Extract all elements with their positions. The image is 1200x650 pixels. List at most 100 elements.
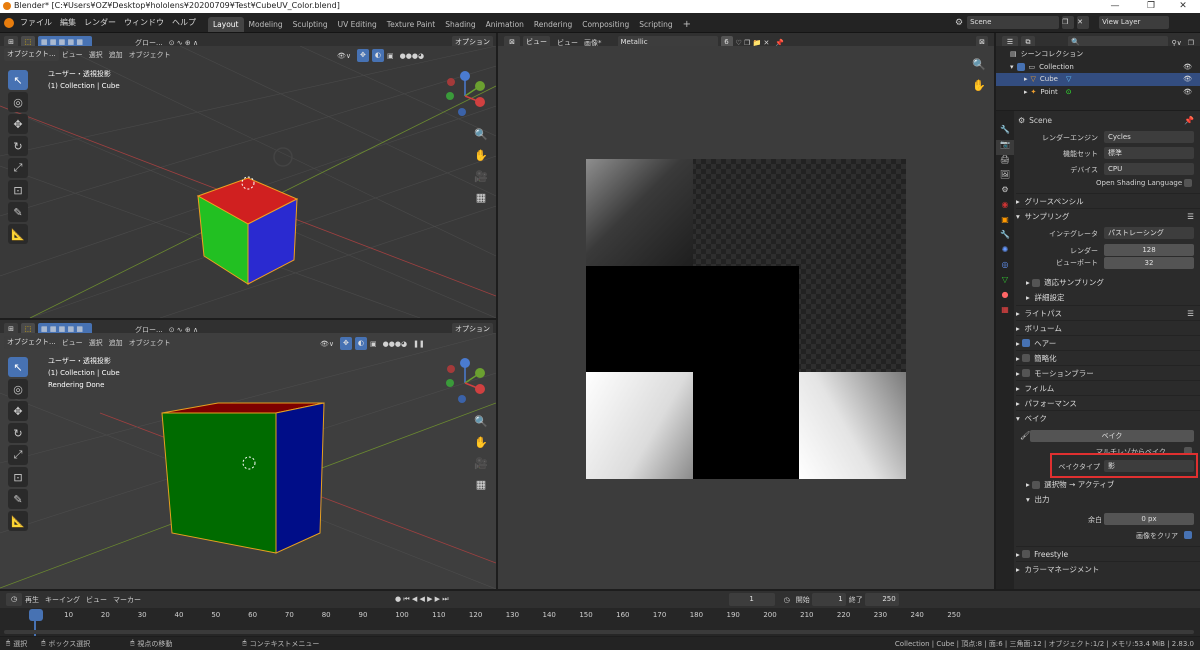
expand-collection-icon[interactable]: ▾ — [1010, 63, 1014, 71]
mode-dropdown-bottom[interactable]: オブジェクト... — [4, 336, 59, 349]
grid-icon[interactable]: ▦ — [473, 190, 489, 206]
tab-rendering[interactable]: Rendering — [529, 17, 577, 32]
menu-help[interactable]: ヘルプ — [172, 17, 196, 28]
output-tab-icon[interactable]: 🖨 — [996, 155, 1014, 170]
tab-texture-paint[interactable]: Texture Paint — [382, 17, 440, 32]
xray-icon[interactable]: ▣ — [387, 52, 394, 60]
navigation-gizmo-top[interactable] — [440, 68, 490, 118]
current-frame-field[interactable]: 1 — [728, 593, 775, 606]
viewport-top[interactable]: オブジェクト... ビュー 選択 追加 オブジェクト 👁∨ ✥ ◐ ▣ ●●●◕… — [0, 46, 496, 318]
playhead[interactable] — [29, 609, 43, 621]
bake-type-dropdown[interactable]: 影 — [1104, 460, 1194, 472]
point-eye-icon[interactable]: 👁 — [1183, 88, 1192, 96]
xray-icon-bottom[interactable]: ▣ — [370, 340, 377, 348]
section-light-paths[interactable]: ▸ ライトパス ☰ — [1016, 305, 1200, 320]
cube-bottom-render[interactable] — [161, 402, 325, 554]
move-tool-icon-bottom[interactable]: ✥ — [8, 401, 28, 421]
menu-window[interactable]: ウィンドウ — [124, 17, 164, 28]
world-tab-icon[interactable]: ◉ — [996, 200, 1014, 215]
menu-select[interactable]: 選択 — [89, 50, 103, 60]
select-tool-icon-bottom[interactable]: ↖ — [8, 357, 28, 377]
expand-cube-icon[interactable]: ▸ — [1024, 75, 1028, 83]
new-scene-icon[interactable]: ❐ — [1062, 16, 1075, 29]
camera-icon-bottom[interactable]: 🎥 — [473, 456, 489, 472]
tool-tab-icon[interactable]: 🔧 — [996, 125, 1014, 140]
visibility-icon[interactable]: 👁∨ — [337, 52, 351, 60]
tab-layout[interactable]: Layout — [208, 17, 244, 32]
expand-point-icon[interactable]: ▸ — [1024, 88, 1028, 96]
pause-icon[interactable]: ❚❚ — [413, 340, 425, 348]
scene-tab-icon[interactable]: ⚙ — [996, 185, 1014, 200]
menu-object-bottom[interactable]: オブジェクト — [129, 338, 171, 348]
cursor-tool-icon-bottom[interactable]: ◎ — [8, 379, 28, 399]
feature-set-dropdown[interactable]: 標準 — [1104, 147, 1194, 159]
tab-sculpting[interactable]: Sculpting — [288, 17, 333, 32]
rotate-tool-icon[interactable]: ↻ — [8, 136, 28, 156]
section-selected-to-active[interactable]: ▸ 選択物 → アクティブ — [1026, 477, 1196, 492]
section-motion-blur[interactable]: ▸ モーションブラー — [1016, 365, 1200, 380]
timeline-scrollbar[interactable] — [4, 630, 1194, 634]
annotate-tool-icon-bottom[interactable]: ✎ — [8, 489, 28, 509]
zoom-icon-bottom[interactable]: 🔍 — [473, 414, 489, 430]
end-frame-field[interactable]: 250 — [864, 593, 899, 606]
menu-render[interactable]: レンダー — [84, 17, 116, 28]
device-dropdown[interactable]: CPU — [1104, 163, 1194, 175]
outliner-row-cube[interactable]: ▸ ▽ Cube ▽ 👁 — [996, 73, 1200, 86]
cube-eye-icon[interactable]: 👁 — [1183, 75, 1192, 83]
section-sampling[interactable]: ▾ サンプリング ☰ — [1016, 208, 1200, 223]
menu-view[interactable]: ビュー — [62, 50, 83, 60]
outliner-row-scene-collection[interactable]: ▤ シーンコレクション — [996, 48, 1200, 61]
constraints-tab-icon[interactable]: ▽ — [996, 275, 1014, 290]
timeline-ruler[interactable]: 1102030405060708090100110120130140150160… — [0, 608, 1200, 636]
margin-field[interactable]: 0 px — [1104, 513, 1194, 525]
section-volumes[interactable]: ▸ ボリューム — [1016, 320, 1200, 335]
select-tool-icon[interactable]: ↖ — [8, 70, 28, 90]
section-output[interactable]: ▾ 出力 — [1026, 492, 1196, 507]
transform-tool-icon-bottom[interactable]: ⊡ — [8, 467, 28, 487]
viewport-bottom[interactable]: オブジェクト... ビュー 選択 追加 オブジェクト 👁∨ ✥ ◐ ▣ ●●●◕… — [0, 333, 496, 589]
osl-checkbox[interactable] — [1184, 179, 1192, 187]
camera-icon[interactable]: 🎥 — [473, 169, 489, 185]
menu-keying[interactable]: キーイング — [45, 595, 80, 605]
mode-dropdown[interactable]: オブジェクト... — [4, 48, 59, 61]
bake-button[interactable]: ベイク — [1030, 430, 1194, 442]
render-samples-field[interactable]: 128 — [1104, 244, 1194, 256]
outliner-row-point[interactable]: ▸ ✦ Point ⊙ 👁 — [996, 86, 1200, 99]
scale-tool-icon[interactable]: ⤢ — [8, 158, 28, 178]
timeline-type-icon[interactable]: ◷ — [6, 593, 22, 606]
viewport-samples-field[interactable]: 32 — [1104, 257, 1194, 269]
physics-tab-icon[interactable]: ◎ — [996, 260, 1014, 275]
section-bake[interactable]: ▾ ベイク — [1016, 410, 1200, 425]
menu-edit[interactable]: 編集 — [60, 17, 76, 28]
section-freestyle[interactable]: ▸ Freestyle — [1016, 546, 1200, 561]
section-color-management[interactable]: ▸ カラーマネージメント — [1016, 561, 1200, 576]
section-adaptive-sampling[interactable]: ▸ 適応サンプリング — [1026, 275, 1196, 290]
render-tab-icon[interactable]: 📷 — [996, 140, 1014, 155]
menu-marker[interactable]: マーカー — [113, 595, 141, 605]
pan-hand-icon-bottom[interactable]: ✋ — [473, 435, 489, 451]
close-button[interactable]: ✕ — [1166, 0, 1200, 13]
menu-playback[interactable]: 再生 — [25, 595, 39, 605]
tab-scripting[interactable]: Scripting — [634, 17, 677, 32]
menu-view-bottom[interactable]: ビュー — [62, 338, 83, 348]
material-tab-icon[interactable]: ● — [996, 290, 1014, 305]
zoom-icon[interactable]: 🔍 — [473, 127, 489, 143]
section-advanced[interactable]: ▸ 詳細設定 — [1026, 290, 1196, 305]
add-workspace-button[interactable]: + — [678, 17, 696, 32]
gizmo-toggle-icon[interactable]: ✥ — [357, 49, 369, 62]
menu-add-bottom[interactable]: 追加 — [109, 338, 123, 348]
image-zoom-icon[interactable]: 🔍 — [971, 57, 987, 73]
collection-checkbox[interactable] — [1016, 62, 1025, 71]
view-layer-selector[interactable]: View Layer — [1099, 16, 1170, 29]
image-pan-icon[interactable]: ✋ — [971, 78, 987, 94]
scene-selector[interactable]: Scene — [967, 16, 1060, 29]
section-simplify[interactable]: ▸ 簡略化 — [1016, 350, 1200, 365]
modifier-tab-icon[interactable]: 🔧 — [996, 230, 1014, 245]
measure-tool-icon[interactable]: 📐 — [8, 224, 28, 244]
tab-modeling[interactable]: Modeling — [244, 17, 288, 32]
minimize-button[interactable]: — — [1098, 0, 1132, 13]
tab-uv-editing[interactable]: UV Editing — [333, 17, 382, 32]
menu-file[interactable]: ファイル — [20, 17, 52, 28]
clear-image-checkbox[interactable] — [1184, 531, 1192, 539]
menu-object[interactable]: オブジェクト — [129, 50, 171, 60]
